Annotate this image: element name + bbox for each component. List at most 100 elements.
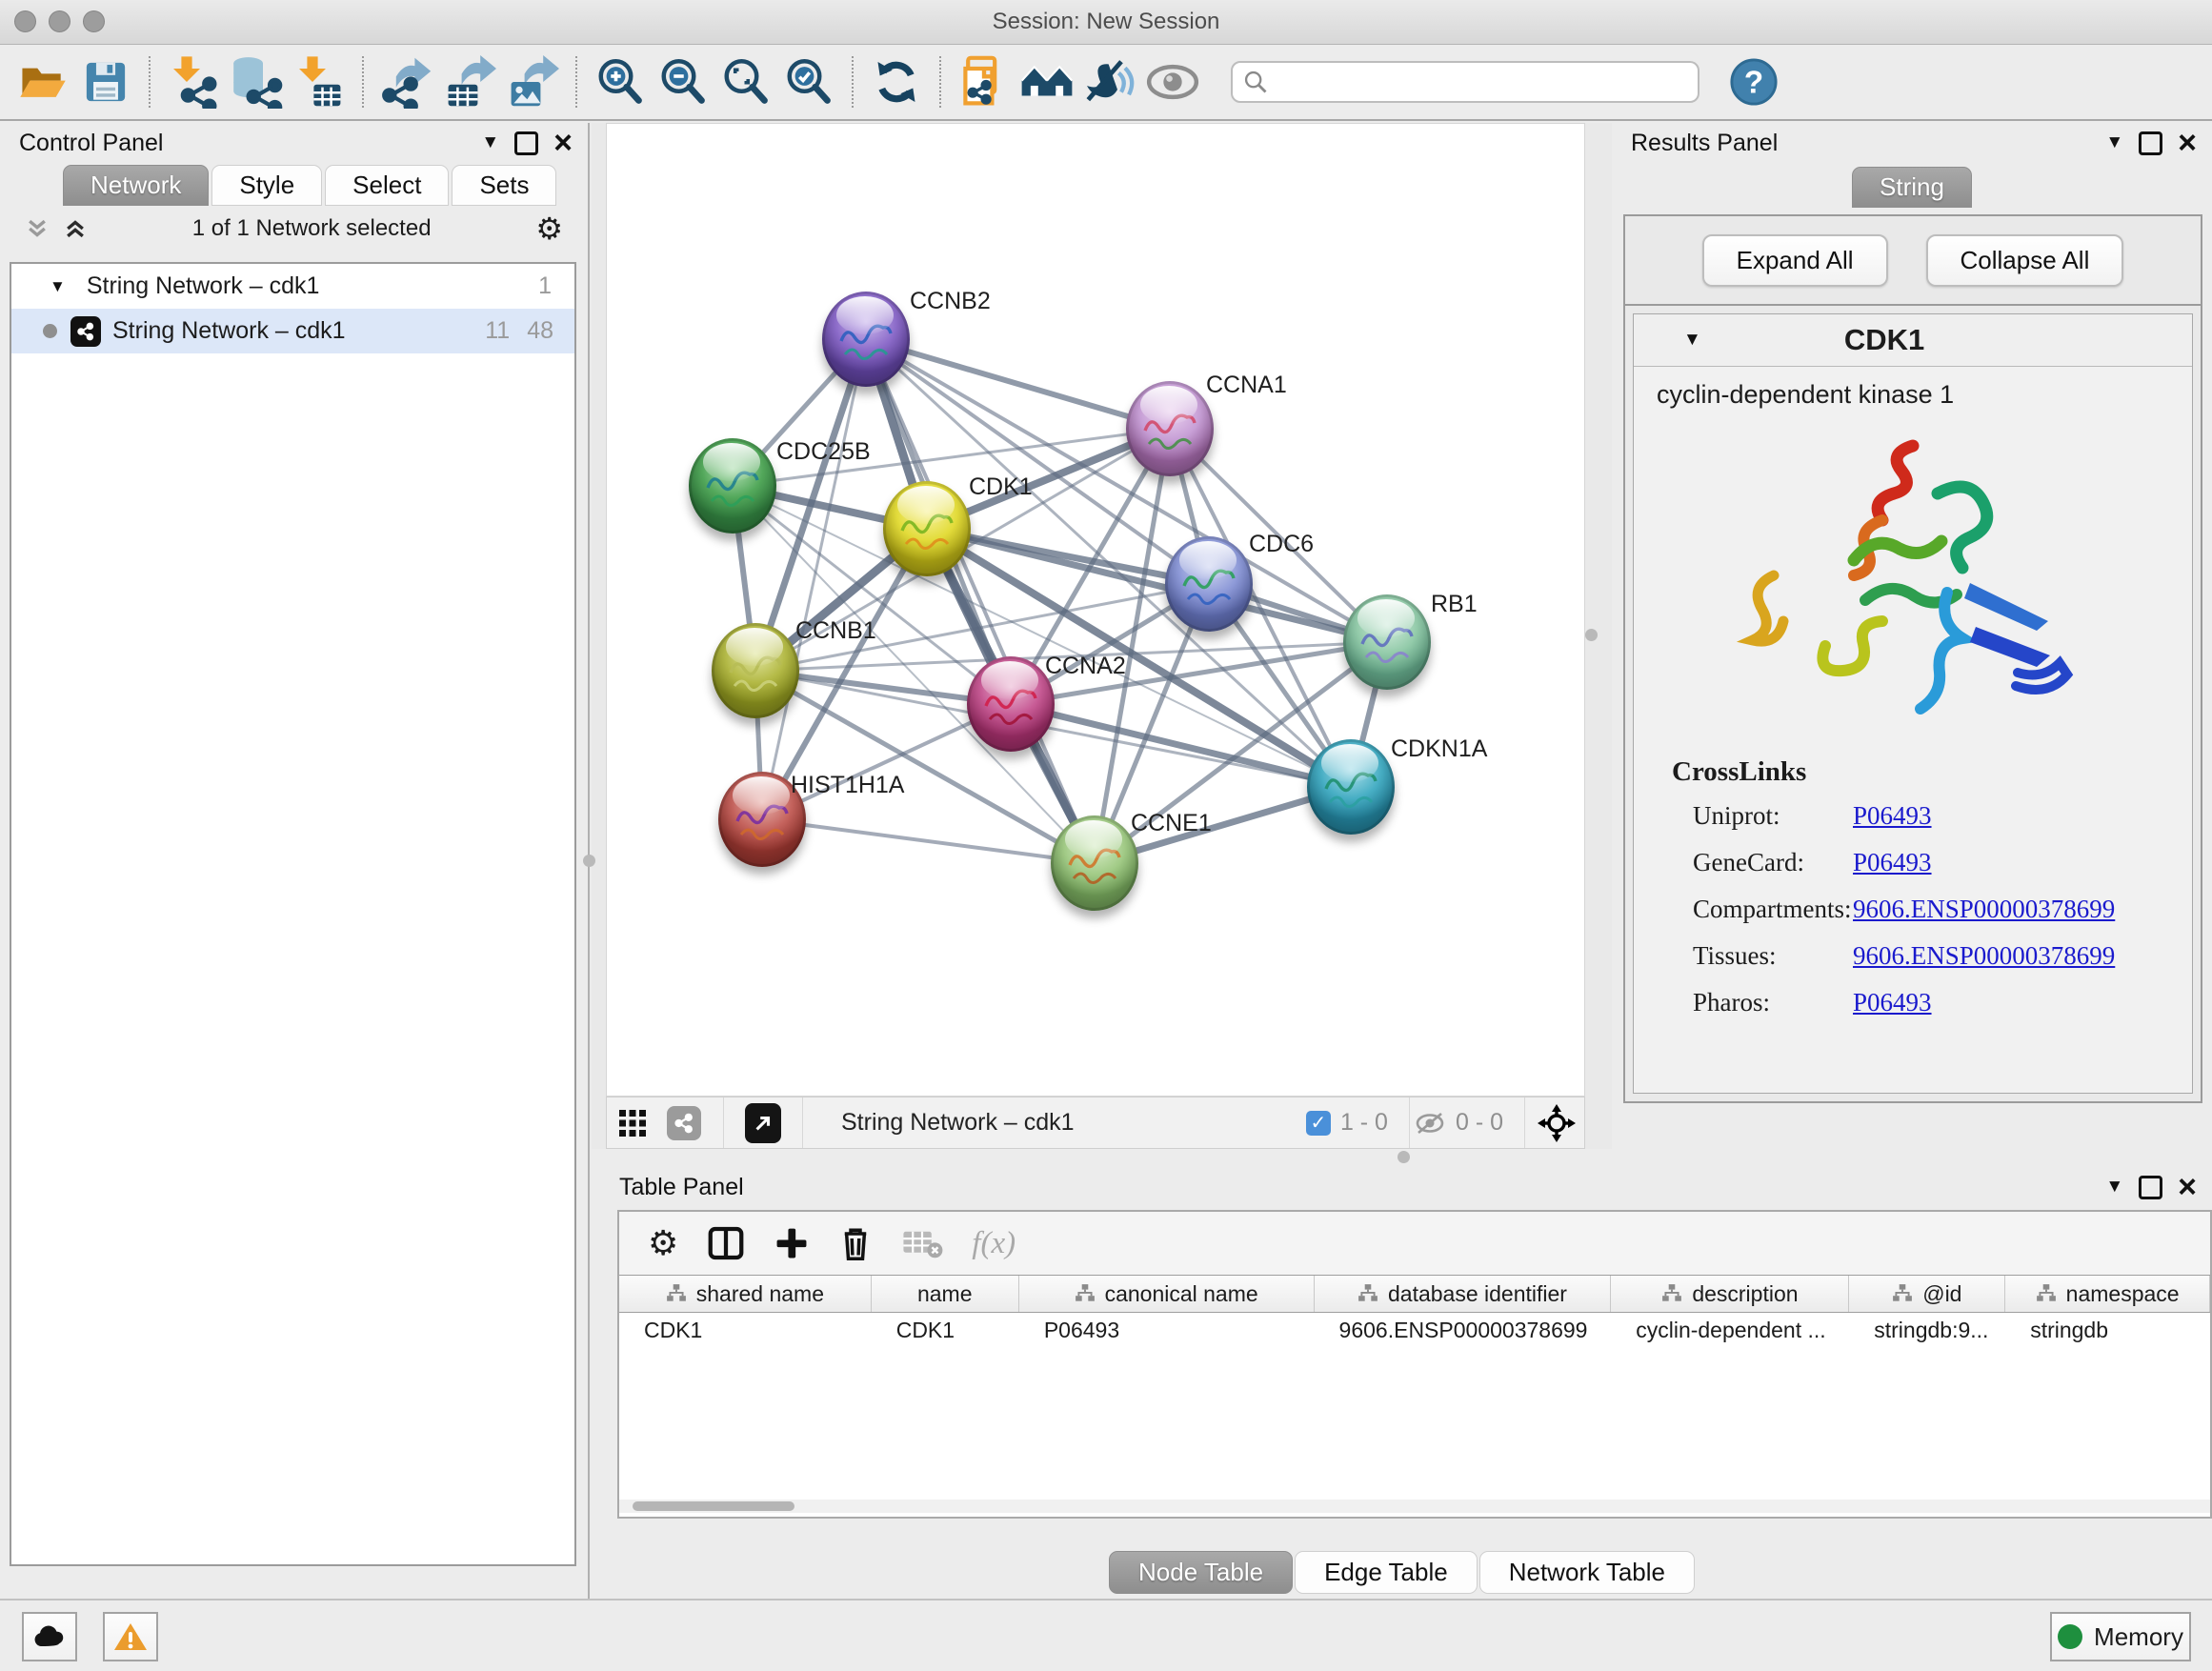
crosslink-link[interactable]: P06493: [1853, 988, 1932, 1017]
column-header-name[interactable]: name: [872, 1276, 1019, 1312]
network-node-cdc6[interactable]: [1165, 536, 1253, 632]
zoom-fit-button[interactable]: [714, 50, 777, 113]
tab-sets[interactable]: Sets: [452, 165, 556, 206]
panel-collapse-icon[interactable]: ▼: [2105, 1177, 2123, 1198]
zoom-out-button[interactable]: [652, 50, 714, 113]
crosslink-link[interactable]: P06493: [1853, 848, 1932, 877]
network-node-ccnb2[interactable]: [822, 292, 910, 387]
zoom-selected-button[interactable]: [777, 50, 840, 113]
network-node-ccna2[interactable]: [967, 656, 1055, 752]
export-table-button[interactable]: [438, 50, 501, 113]
detach-view-icon[interactable]: [737, 1101, 789, 1145]
network-node-rb1[interactable]: [1343, 594, 1431, 690]
tab-select[interactable]: Select: [325, 165, 449, 206]
scrollbar-thumb[interactable]: [633, 1501, 794, 1511]
memory-button[interactable]: Memory: [2050, 1612, 2191, 1661]
column-header-namespace[interactable]: namespace: [2005, 1276, 2210, 1312]
splitter-handle[interactable]: [583, 855, 595, 867]
network-node-ccnb1[interactable]: [712, 623, 799, 718]
splitter-handle[interactable]: [1585, 629, 1598, 641]
column-header-canonical-name[interactable]: canonical name: [1019, 1276, 1315, 1312]
table-cell[interactable]: CDK1: [872, 1313, 1019, 1347]
crosslink-link[interactable]: 9606.ENSP00000378699: [1853, 895, 2115, 924]
first-neighbors-button[interactable]: [1016, 50, 1078, 113]
column-header-database-identifier[interactable]: database identifier: [1315, 1276, 1612, 1312]
splitter-handle[interactable]: [1398, 1151, 1410, 1163]
open-session-button[interactable]: [11, 50, 74, 113]
network-edge[interactable]: [762, 819, 1095, 863]
table-data-row[interactable]: CDK1CDK1P064939606.ENSP00000378699cyclin…: [619, 1313, 2210, 1347]
help-button[interactable]: ?: [1722, 50, 1785, 113]
tree-expand-icon[interactable]: ▼: [50, 277, 66, 296]
column-header-shared-name[interactable]: shared name: [619, 1276, 872, 1312]
save-session-button[interactable]: [74, 50, 137, 113]
apply-layout-button[interactable]: [865, 50, 928, 113]
column-header--id[interactable]: @id: [1849, 1276, 2005, 1312]
export-network-button[interactable]: [375, 50, 438, 113]
export-image-button[interactable]: [501, 50, 564, 113]
window-close-light[interactable]: [14, 10, 36, 32]
show-all-button[interactable]: [1141, 50, 1204, 113]
table-cell[interactable]: cyclin-dependent ...: [1611, 1313, 1849, 1347]
tab-string[interactable]: String: [1852, 167, 1972, 208]
panel-float-icon[interactable]: [514, 131, 538, 155]
crosslink-link[interactable]: 9606.ENSP00000378699: [1853, 941, 2115, 971]
window-minimize-light[interactable]: [49, 10, 70, 32]
delete-column-icon[interactable]: [838, 1224, 873, 1262]
column-header-description[interactable]: description: [1611, 1276, 1849, 1312]
panel-collapse-icon[interactable]: ▼: [481, 132, 499, 153]
network-node-ccna1[interactable]: [1126, 381, 1214, 476]
warning-button[interactable]: [103, 1612, 158, 1661]
duplicate-network-button[interactable]: [953, 50, 1016, 113]
search-input[interactable]: [1269, 64, 1688, 100]
import-network-database-button[interactable]: [225, 50, 288, 113]
split-columns-icon[interactable]: [707, 1224, 745, 1262]
collapse-all-button[interactable]: Collapse All: [1926, 234, 2124, 287]
string-tab-icon[interactable]: [658, 1101, 710, 1145]
add-column-icon[interactable]: [774, 1225, 810, 1261]
panel-float-icon[interactable]: [2139, 131, 2162, 155]
table-cell[interactable]: CDK1: [619, 1313, 872, 1347]
network-node-cdkn1a[interactable]: [1307, 739, 1395, 835]
expand-all-icon[interactable]: [63, 216, 88, 241]
panel-close-icon[interactable]: ×: [553, 133, 573, 152]
network-edge[interactable]: [866, 339, 1170, 429]
tab-node-table[interactable]: Node Table: [1109, 1551, 1293, 1594]
gear-icon[interactable]: ⚙: [535, 211, 563, 247]
network-node-cdc25b[interactable]: [689, 438, 776, 534]
table-cell[interactable]: stringdb: [2005, 1313, 2210, 1347]
import-table-button[interactable]: [288, 50, 351, 113]
table-cell[interactable]: 9606.ENSP00000378699: [1315, 1313, 1612, 1347]
zoom-in-button[interactable]: [589, 50, 652, 113]
birdseye-toggle-icon[interactable]: [1529, 1101, 1584, 1145]
import-network-file-button[interactable]: [162, 50, 225, 113]
network-row-selected[interactable]: String Network – cdk1 11 48: [11, 309, 574, 353]
crosslink-link[interactable]: P06493: [1853, 801, 1932, 831]
network-collection-row[interactable]: ▼ String Network – cdk1 1: [11, 264, 574, 309]
panel-close-icon[interactable]: ×: [2178, 1178, 2197, 1197]
table-cell[interactable]: P06493: [1019, 1313, 1315, 1347]
selected-checkbox-icon[interactable]: ✓: [1306, 1111, 1331, 1136]
table-cell[interactable]: stringdb:9...: [1849, 1313, 2005, 1347]
network-canvas[interactable]: CCNB2 CCNA1 CDC25B CDK1 CDC6 RB1 CCNB1 C…: [606, 123, 1585, 1097]
entry-expand-icon[interactable]: ▼: [1683, 330, 1701, 351]
search-box[interactable]: [1231, 61, 1699, 103]
expand-all-button[interactable]: Expand All: [1702, 234, 1888, 287]
tab-edge-table[interactable]: Edge Table: [1295, 1551, 1478, 1594]
window-zoom-light[interactable]: [83, 10, 105, 32]
network-node-cdk1[interactable]: [883, 481, 971, 576]
panel-collapse-icon[interactable]: ▼: [2105, 132, 2123, 153]
table-hscrollbar[interactable]: [619, 1500, 2210, 1513]
table-gear-icon[interactable]: ⚙: [648, 1223, 678, 1263]
grid-view-icon[interactable]: [607, 1101, 658, 1145]
panel-float-icon[interactable]: [2139, 1176, 2162, 1199]
tab-network[interactable]: Network: [63, 165, 209, 206]
tab-style[interactable]: Style: [211, 165, 322, 206]
cloud-button[interactable]: [22, 1612, 77, 1661]
entry-header[interactable]: ▼ CDK1: [1634, 314, 2192, 367]
hide-selected-button[interactable]: [1078, 50, 1141, 113]
collapse-all-icon[interactable]: [25, 216, 50, 241]
network-node-ccne1[interactable]: [1051, 815, 1138, 911]
panel-close-icon[interactable]: ×: [2178, 133, 2197, 152]
tab-network-table[interactable]: Network Table: [1479, 1551, 1695, 1594]
